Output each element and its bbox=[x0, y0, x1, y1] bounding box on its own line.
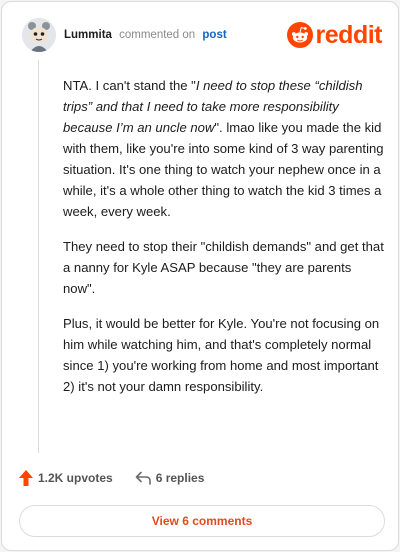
comment-paragraph-2: They need to stop their "childish demand… bbox=[63, 239, 384, 296]
comment-paragraph-1: NTA. I can't stand the "I need to stop t… bbox=[63, 78, 384, 219]
reddit-snoo-icon bbox=[286, 22, 313, 48]
upvote-arrow-icon bbox=[19, 470, 33, 486]
reddit-logo[interactable]: reddit bbox=[286, 20, 383, 50]
upvote-count: 1.2K upvotes bbox=[38, 471, 113, 485]
comment-body: NTA. I can't stand the "I need to stop t… bbox=[63, 75, 385, 411]
post-link[interactable]: post bbox=[202, 29, 226, 41]
reddit-wordmark: reddit bbox=[315, 21, 383, 49]
view-comments-button[interactable]: View 6 comments bbox=[19, 505, 385, 537]
upvote-button[interactable]: 1.2K upvotes bbox=[19, 470, 113, 486]
username-link[interactable]: Lummita bbox=[64, 29, 112, 41]
reply-count: 6 replies bbox=[155, 471, 205, 485]
replies-button[interactable]: 6 replies bbox=[135, 471, 205, 485]
comment-paragraph-3: Plus, it would be better for Kyle. You'r… bbox=[63, 316, 380, 394]
avatar-icon bbox=[22, 18, 56, 52]
comment-meta: Lummita commented on post bbox=[64, 29, 227, 41]
thread-line bbox=[38, 60, 39, 453]
comment-card: Lummita commented on post reddit NTA. I … bbox=[1, 1, 399, 551]
reply-arrow-icon bbox=[135, 471, 151, 485]
comment-header: Lummita commented on post reddit bbox=[22, 17, 383, 53]
user-avatar[interactable] bbox=[22, 18, 56, 52]
comment-actions: 1.2K upvotes 6 replies bbox=[19, 470, 204, 486]
action-text: commented on bbox=[119, 29, 196, 41]
